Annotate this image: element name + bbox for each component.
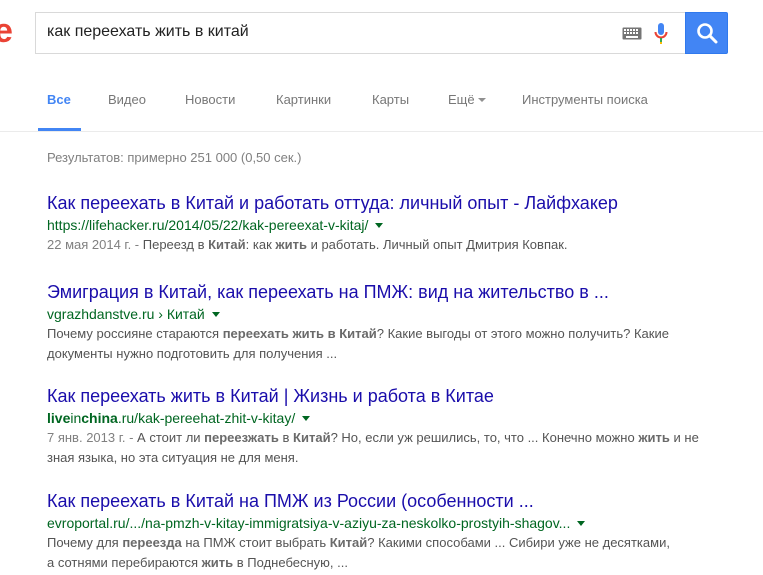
highlighted-term: переезжать [204,430,279,445]
highlighted-term: переезда [122,535,182,550]
url-menu-caret-icon[interactable] [302,416,311,421]
snippet-text: : как [245,237,276,252]
highlighted-term: переехать жить в Китай [222,326,377,341]
tab-more[interactable]: Ещё [448,92,486,107]
snippet-body: Почему для переезда на ПМЖ стоит выбрать… [47,535,670,570]
snippet-text: в [278,430,294,445]
snippet-text: в Поднебесную, ... [233,555,348,570]
chevron-down-icon [477,98,486,102]
snippet-text: и работать. Личный опыт Дмитрия Ковпак. [306,237,568,252]
tab-search-tools[interactable]: Инструменты поиска [522,92,648,107]
google-logo[interactable]: e [0,14,13,48]
url-menu-caret-icon[interactable] [211,312,220,317]
highlighted-term: жить [275,237,307,252]
search-input[interactable]: как переехать жить в китай [35,12,685,54]
search-button[interactable] [685,12,728,54]
result-url: https://lifehacker.ru/2014/05/22/kak-per… [47,216,747,234]
result-url-text: liveinchina.ru/kak-pereehat-zhit-v-kitay… [47,410,295,426]
highlighted-term: china [81,410,118,426]
highlighted-term: Китай [208,237,246,252]
result-snippet: 7 янв. 2013 г. - А стоит ли переезжать в… [47,428,707,468]
search-icon [697,23,718,44]
tab-images[interactable]: Картинки [276,92,331,107]
snippet-body: Переезд в Китай: как жить и работать. Ли… [143,237,568,252]
tab-maps[interactable]: Карты [372,92,409,107]
search-query-text[interactable]: как переехать жить в китай [47,23,249,41]
tab-news[interactable]: Новости [185,92,235,107]
active-tab-indicator [38,128,81,131]
result-snippet: 22 мая 2014 г. - Переезд в Китай: как жи… [47,235,747,255]
search-results-page: e как переехать жить в китай Все Видео Н… [0,0,763,575]
snippet-text: на ПМЖ стоит выбрать [181,535,330,550]
keyboard-icon[interactable] [622,27,642,40]
snippet-text: А стоит ли [137,430,205,445]
result-url: liveinchina.ru/kak-pereehat-zhit-v-kitay… [47,409,747,427]
result-url: vgrazhdanstve.ru › Китай [47,305,747,323]
highlighted-term: жить [638,430,670,445]
result-date: 7 янв. 2013 г. - [47,430,138,445]
result-snippet: Почему россияне стараются переехать жить… [47,324,707,364]
search-result: Эмиграция в Китай, как переехать на ПМЖ:… [47,281,747,364]
highlighted-term: live [47,410,71,426]
search-result: Как переехать в Китай на ПМЖ из России (… [47,490,747,573]
highlighted-term: жить [201,555,234,570]
snippet-text: Почему для [47,535,123,550]
result-url-text: vgrazhdanstve.ru › Китай [47,306,205,322]
result-url: evroportal.ru/.../na-pmzh-v-kitay-immigr… [47,514,747,532]
highlighted-term: Китай [293,430,331,445]
result-date: 22 мая 2014 г. - [47,237,143,252]
snippet-text: .ru/kak-pereehat-zhit-v-kitay/ [117,410,296,426]
search-result: Как переехать жить в Китай | Жизнь и раб… [47,385,747,468]
result-title-link[interactable]: Как переехать жить в Китай | Жизнь и раб… [47,385,747,407]
tab-video[interactable]: Видео [108,92,146,107]
snippet-body: Почему россияне стараются переехать жить… [47,326,669,361]
search-result: Как переехать в Китай и работать оттуда:… [47,192,747,255]
tab-all[interactable]: Все [47,92,71,107]
highlighted-term: Китай [329,535,368,550]
microphone-icon[interactable] [654,22,668,46]
url-menu-caret-icon[interactable] [375,223,384,228]
snippet-text: in [70,410,82,426]
url-menu-caret-icon[interactable] [577,521,586,526]
snippet-text: Почему россияне стараются [47,326,223,341]
search-tabs: Все Видео Новости Картинки Карты Ещё Инс… [0,66,763,132]
result-stats: Результатов: примерно 251 000 (0,50 сек.… [47,150,302,165]
header: e как переехать жить в китай [0,0,763,66]
snippet-body: А стоит ли переезжать в Китай? Но, если … [47,430,699,465]
snippet-text: ? Но, если уж решились, то, что ... Коне… [330,430,639,445]
result-title-link[interactable]: Эмиграция в Китай, как переехать на ПМЖ:… [47,281,747,303]
result-title-link[interactable]: Как переехать в Китай и работать оттуда:… [47,192,747,214]
snippet-text: Переезд в [142,237,209,252]
result-snippet: Почему для переезда на ПМЖ стоит выбрать… [47,533,672,573]
result-title-link[interactable]: Как переехать в Китай на ПМЖ из России (… [47,490,747,512]
tab-more-label: Ещё [448,92,475,107]
result-url-text: https://lifehacker.ru/2014/05/22/kak-per… [47,217,369,233]
result-url-text: evroportal.ru/.../na-pmzh-v-kitay-immigr… [47,515,571,531]
